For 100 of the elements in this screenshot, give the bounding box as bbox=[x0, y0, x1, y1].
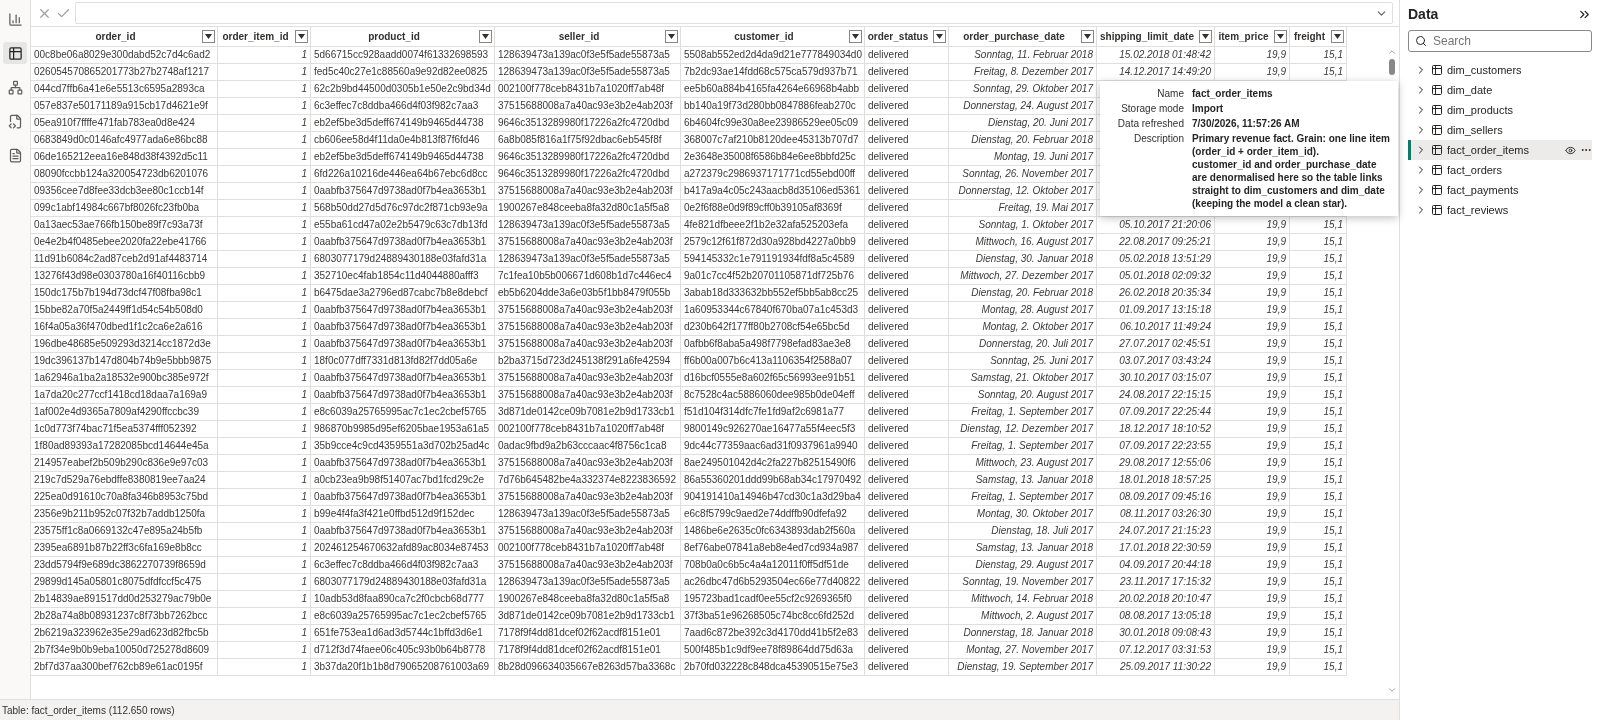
table-cell: 29899d145a05801c8075dfdfccf5c475 bbox=[31, 574, 218, 591]
column-header[interactable]: order_purchase_date bbox=[949, 27, 1097, 47]
column-header[interactable]: order_id bbox=[31, 27, 218, 47]
table-cell: 19,9 bbox=[1215, 370, 1290, 387]
table-cell: 15,1 bbox=[1290, 421, 1347, 438]
table-cell: Freitag, 1. September 2017 bbox=[949, 438, 1097, 455]
table-cell: 1 bbox=[218, 132, 311, 149]
filter-button[interactable] bbox=[202, 30, 215, 43]
tooltip-value: fact_order_items bbox=[1192, 87, 1274, 100]
formula-field[interactable] bbox=[75, 2, 1393, 24]
table-cell: 0aabfb375647d9738ad0f7b4ea3653b1 bbox=[311, 387, 495, 404]
search-field[interactable]: Search bbox=[1408, 30, 1592, 52]
table-cell: 1 bbox=[218, 234, 311, 251]
view-button[interactable] bbox=[3, 42, 27, 64]
filter-button[interactable] bbox=[849, 30, 862, 43]
table-item[interactable]: dim_products bbox=[1408, 100, 1592, 120]
eye-icon[interactable] bbox=[1565, 144, 1576, 156]
table-cell: 1900267e848ceeba8fa32d80c1a5f5a8 bbox=[495, 591, 681, 608]
table-cell: 6c3effec7c8ddba466d4f03f982c7aa3 bbox=[311, 557, 495, 574]
table-cell: Dienstag, 12. Dezember 2017 bbox=[949, 421, 1097, 438]
table-icon bbox=[1431, 124, 1443, 136]
table-cell: 708b0a0c6b5c4a4a12011f0ff5df51de bbox=[681, 557, 865, 574]
table-cell: eb5b6204dde3a6e03b5f1bb8479f055b bbox=[495, 285, 681, 302]
table-cell: Sonntag, 25. Juni 2017 bbox=[949, 353, 1097, 370]
table-cell: 7178f9f4dd81dcef02f62acdf8151e01 bbox=[495, 642, 681, 659]
table-cell: 1 bbox=[218, 625, 311, 642]
column-header[interactable]: seller_id bbox=[495, 27, 681, 47]
column-header[interactable]: order_item_id bbox=[218, 27, 311, 47]
table-cell: Donnerstag, 24. August 2017 bbox=[949, 98, 1097, 115]
column-header[interactable]: product_id bbox=[311, 27, 495, 47]
filter-button[interactable] bbox=[1081, 30, 1094, 43]
filter-button[interactable] bbox=[1331, 30, 1344, 43]
table-item[interactable]: fact_orders bbox=[1408, 160, 1592, 180]
table-cell: 15,1 bbox=[1290, 455, 1347, 472]
table-item[interactable]: fact_payments bbox=[1408, 180, 1592, 200]
table-cell: delivered bbox=[865, 438, 949, 455]
column-header[interactable]: item_price bbox=[1215, 27, 1290, 47]
table-cell: 1 bbox=[218, 438, 311, 455]
filter-button[interactable] bbox=[479, 30, 492, 43]
filter-button[interactable] bbox=[665, 30, 678, 43]
table-cell: 1 bbox=[218, 336, 311, 353]
table-cell: 11d91b6084c2ad87ceb2d91af4483714 bbox=[31, 251, 218, 268]
table-cell: 8ae249501042d4c2fa227b82515490f6 bbox=[681, 455, 865, 472]
tooltip-value: Import bbox=[1192, 102, 1225, 115]
table-cell: 026054570865201773b27b2748af1217 bbox=[31, 64, 218, 81]
table-cell: Montag, 28. August 2017 bbox=[949, 302, 1097, 319]
table-cell: 07.09.2017 22:23:55 bbox=[1097, 438, 1215, 455]
table-cell: 19,9 bbox=[1215, 574, 1290, 591]
table-cell: 19,9 bbox=[1215, 540, 1290, 557]
tooltip-label: Description bbox=[1132, 132, 1184, 146]
table-cell: 09356cee7d8fee33dcb3ee80c1ccb14f bbox=[31, 183, 218, 200]
table-cell: 1 bbox=[218, 47, 311, 64]
caret-icon bbox=[1084, 34, 1091, 39]
table-cell: 099c1abf14984c667bf8026fc23fb0ba bbox=[31, 200, 218, 217]
column-header[interactable]: order_status bbox=[865, 27, 949, 47]
table-cell: b6475dae3a2796ed87cabc7b8e8debcf bbox=[311, 285, 495, 302]
table-cell: 1 bbox=[218, 285, 311, 302]
table-cell: 002100f778ceb8431b7a1020ff7ab48f bbox=[495, 421, 681, 438]
table-cell: 1 bbox=[218, 642, 311, 659]
model-view-icon bbox=[7, 79, 23, 95]
table-cell: 128639473a139ac0f3e5f5ade55873a5 bbox=[495, 574, 681, 591]
table-cell: 1 bbox=[218, 608, 311, 625]
filter-button[interactable] bbox=[933, 30, 946, 43]
table-cell: delivered bbox=[865, 421, 949, 438]
table-cell: 986870b9985d95ef6205bae1953a61a5 bbox=[311, 421, 495, 438]
table-item[interactable]: dim_sellers bbox=[1408, 120, 1592, 140]
table-item[interactable]: dim_customers bbox=[1408, 60, 1592, 80]
table-cell: delivered bbox=[865, 183, 949, 200]
column-header[interactable]: shipping_limit_date bbox=[1097, 27, 1215, 47]
table-cell: delivered bbox=[865, 523, 949, 540]
table-cell: delivered bbox=[865, 319, 949, 336]
filter-button[interactable] bbox=[1274, 30, 1287, 43]
table-cell: b417a9a4c05c243aacb8d35106ed5361 bbox=[681, 183, 865, 200]
table-cell: 0aabfb375647d9738ad0f7b4ea3653b1 bbox=[311, 523, 495, 540]
table-item[interactable]: dim_date bbox=[1408, 80, 1592, 100]
table-cell: 7178f9f4dd81dcef02f62acdf8151e01 bbox=[495, 625, 681, 642]
table-cell: 0e2f6f88e0d9f89cff0b39105af8369f bbox=[681, 200, 865, 217]
table-cell: delivered bbox=[865, 149, 949, 166]
table-cell: 08.08.2017 13:05:18 bbox=[1097, 608, 1215, 625]
table-icon bbox=[1431, 84, 1443, 96]
table-cell: 15,1 bbox=[1290, 540, 1347, 557]
table-item[interactable]: fact_reviews bbox=[1408, 200, 1592, 220]
filter-button[interactable] bbox=[1199, 30, 1212, 43]
filter-button[interactable] bbox=[295, 30, 308, 43]
table-cell: 7aad6c872be392c3d4170dd41b5f2e83 bbox=[681, 625, 865, 642]
table-cell: 25.09.2017 11:30:22 bbox=[1097, 659, 1215, 676]
column-header[interactable]: customer_id bbox=[681, 27, 865, 47]
table-cell: 1a62946a1ba2a18532e900bc385e972f bbox=[31, 370, 218, 387]
table-item[interactable]: fact_order_items bbox=[1408, 140, 1592, 160]
table-cell: 06.10.2017 11:49:24 bbox=[1097, 319, 1215, 336]
table-cell: 2b6219a323962e35e29ad623d82fbc5b bbox=[31, 625, 218, 642]
table-cell: Mittwoch, 23. August 2017 bbox=[949, 455, 1097, 472]
table-cell: 3abab18d333632bb552ef5bb5ab8cc25 bbox=[681, 285, 865, 302]
table-cell: Montag, 2. Oktober 2017 bbox=[949, 319, 1097, 336]
table-cell: 37515688008a7a40ac93e3b2e4ab203f bbox=[495, 98, 681, 115]
table-cell: 1 bbox=[218, 251, 311, 268]
table-cell: 2b70fd032228c848dca45390515e75e3 bbox=[681, 659, 865, 676]
table-cell: 214957eabef2b509b290c836e9e97c03 bbox=[31, 455, 218, 472]
scrollbar-thumb[interactable] bbox=[1389, 59, 1395, 75]
column-header[interactable]: freight bbox=[1290, 27, 1347, 47]
